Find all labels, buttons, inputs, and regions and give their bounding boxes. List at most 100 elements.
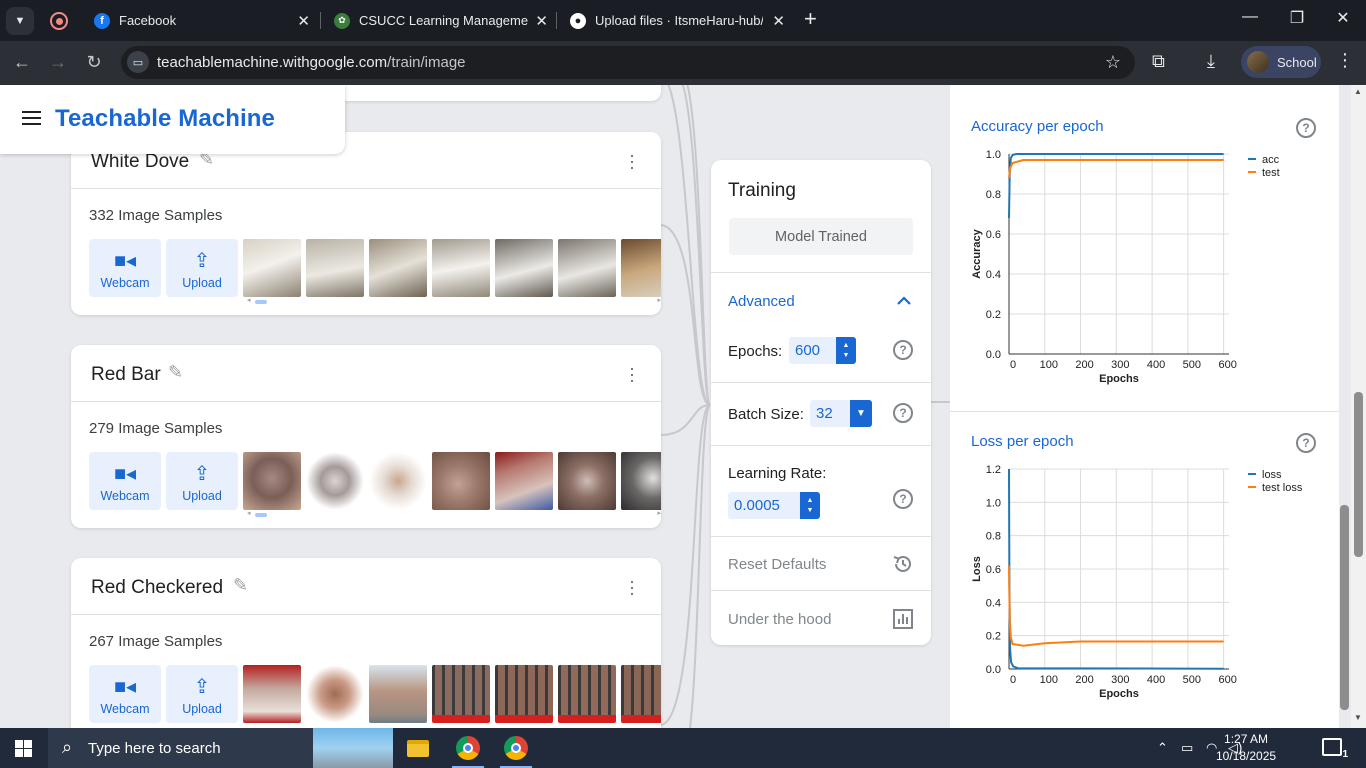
more-options-icon[interactable]: · · · bbox=[627, 572, 637, 602]
chrome-profile-icon[interactable] bbox=[492, 728, 540, 768]
sample-thumbnail[interactable] bbox=[306, 665, 364, 723]
x-tick-label: 100 bbox=[1040, 359, 1058, 371]
learning-rate-input[interactable]: 0.0005 ▲ ▼ bbox=[728, 492, 820, 519]
url-text[interactable]: teachablemachine.withgoogle.com/train/im… bbox=[157, 54, 466, 71]
help-icon[interactable]: ? bbox=[893, 489, 913, 509]
sample-thumbnail[interactable] bbox=[306, 452, 364, 510]
y-tick-label: 0.0 bbox=[986, 349, 1001, 361]
page-scrollbar[interactable]: ▲ ▼ bbox=[1351, 85, 1366, 728]
webcam-button[interactable]: ■◂ Webcam bbox=[89, 665, 161, 723]
hamburger-menu-icon[interactable] bbox=[22, 111, 41, 129]
help-icon[interactable]: ? bbox=[1296, 118, 1316, 138]
x-tick-label: 0 bbox=[1010, 674, 1016, 686]
more-options-icon[interactable]: · · · bbox=[627, 359, 637, 389]
sample-thumbnail[interactable] bbox=[558, 665, 616, 723]
panel-scrollbar[interactable] bbox=[1338, 85, 1351, 728]
site-info-icon[interactable]: ▭ bbox=[127, 51, 149, 73]
search-icon: ⌕ bbox=[62, 737, 73, 757]
advanced-toggle[interactable]: Advanced bbox=[728, 293, 795, 310]
download-icon[interactable]: ⤓ bbox=[1207, 51, 1215, 72]
help-icon[interactable]: ? bbox=[893, 340, 913, 360]
tab-facebook[interactable]: f Facebook ✕ bbox=[94, 5, 310, 36]
reset-defaults-button[interactable]: Reset Defaults bbox=[728, 556, 826, 573]
x-tick-label: 400 bbox=[1147, 359, 1165, 371]
class-name[interactable]: Red Checkered bbox=[91, 577, 223, 599]
sample-thumbnail[interactable] bbox=[306, 239, 364, 297]
class-name[interactable]: White Dove bbox=[91, 151, 189, 173]
browser-menu-icon[interactable]: ⋮ bbox=[1336, 50, 1354, 71]
edit-pencil-icon[interactable]: ✎ bbox=[168, 363, 186, 381]
y-tick-label: 0.8 bbox=[986, 189, 1001, 201]
new-tab-button[interactable]: + bbox=[804, 8, 817, 30]
webcam-button[interactable]: ■◂ Webcam bbox=[89, 452, 161, 510]
sample-thumbnail[interactable] bbox=[495, 239, 553, 297]
sample-thumbnail[interactable] bbox=[243, 239, 301, 297]
upload-button[interactable]: ⇪ Upload bbox=[166, 239, 238, 297]
sample-thumbnail[interactable] bbox=[369, 452, 427, 510]
sample-thumbnail[interactable] bbox=[621, 452, 661, 510]
sample-thumbnail[interactable] bbox=[495, 452, 553, 510]
upload-button[interactable]: ⇪ Upload bbox=[166, 452, 238, 510]
tab-github[interactable]: ● Upload files · ItsmeHaru-hub/Ba ✕ bbox=[570, 5, 785, 36]
battery-icon[interactable]: ▭ bbox=[1181, 740, 1193, 756]
edit-pencil-icon[interactable]: ✎ bbox=[233, 576, 251, 594]
sample-thumbnail[interactable] bbox=[432, 452, 490, 510]
reload-icon[interactable]: ↻ bbox=[83, 52, 105, 73]
search-highlight-image[interactable] bbox=[313, 728, 393, 768]
address-bar[interactable]: ▭ teachablemachine.withgoogle.com/train/… bbox=[121, 46, 1135, 79]
webcam-button[interactable]: ■◂ Webcam bbox=[89, 239, 161, 297]
chrome-icon[interactable] bbox=[444, 728, 492, 768]
sample-thumbnail[interactable] bbox=[432, 239, 490, 297]
thumbnail-scrollbar[interactable]: ◂ ▸ bbox=[247, 297, 661, 305]
more-options-icon[interactable]: · · · bbox=[627, 146, 637, 176]
chevron-down-icon[interactable]: ▼ bbox=[850, 400, 872, 427]
sample-thumbnail[interactable] bbox=[243, 665, 301, 723]
close-tab-icon[interactable]: ✕ bbox=[772, 12, 785, 30]
sample-thumbnail[interactable] bbox=[432, 665, 490, 723]
upload-button[interactable]: ⇪ Upload bbox=[166, 665, 238, 723]
recording-tab-icon[interactable] bbox=[50, 12, 68, 30]
clock[interactable]: 1:27 AM 10/18/2025 bbox=[1216, 731, 1276, 765]
page-content: White Dove ✎ · · · 332 Image Samples ■◂ We… bbox=[0, 85, 1366, 728]
sample-thumbnail[interactable] bbox=[369, 239, 427, 297]
class-name[interactable]: Red Bar bbox=[91, 364, 161, 386]
minimize-icon[interactable]: — bbox=[1238, 8, 1262, 26]
back-icon[interactable]: ← bbox=[11, 52, 33, 73]
tab-search-button[interactable]: ▼ bbox=[6, 7, 34, 35]
sample-thumbnail[interactable] bbox=[243, 452, 301, 510]
sample-thumbnail[interactable] bbox=[558, 239, 616, 297]
camera-icon: ■◂ bbox=[113, 250, 137, 272]
windows-start-icon[interactable] bbox=[15, 740, 32, 757]
restore-icon[interactable]: ❐ bbox=[1285, 8, 1309, 28]
notifications-icon[interactable]: 1 bbox=[1322, 738, 1348, 760]
close-window-icon[interactable]: ✕ bbox=[1331, 8, 1355, 28]
train-model-button[interactable]: Model Trained bbox=[729, 218, 913, 255]
bar-chart-icon[interactable] bbox=[892, 608, 914, 630]
sample-thumbnail[interactable] bbox=[558, 452, 616, 510]
show-hidden-icons-icon[interactable]: ⌃ bbox=[1157, 740, 1168, 756]
forward-icon[interactable]: → bbox=[47, 52, 69, 73]
close-tab-icon[interactable]: ✕ bbox=[297, 12, 310, 30]
epochs-input[interactable]: 600 ▲ ▼ bbox=[789, 337, 856, 364]
extensions-icon[interactable]: ⧉ bbox=[1152, 51, 1165, 72]
chevron-up-icon[interactable] bbox=[897, 294, 911, 308]
taskbar-search[interactable]: ⌕ Type here to search bbox=[48, 728, 393, 768]
profile-button[interactable]: School bbox=[1241, 46, 1321, 78]
under-the-hood-button[interactable]: Under the hood bbox=[728, 611, 831, 628]
bookmark-star-icon[interactable]: ☆ bbox=[1105, 52, 1121, 73]
learning-rate-stepper[interactable]: ▲ ▼ bbox=[800, 492, 820, 519]
sample-thumbnail[interactable] bbox=[369, 665, 427, 723]
file-explorer-icon[interactable] bbox=[394, 728, 442, 768]
help-icon[interactable]: ? bbox=[893, 403, 913, 423]
batch-size-select[interactable]: 32 ▼ bbox=[810, 400, 872, 427]
thumbnail-scrollbar[interactable]: ◂ ▸ bbox=[247, 510, 661, 518]
close-tab-icon[interactable]: ✕ bbox=[535, 12, 548, 30]
sample-thumbnail[interactable] bbox=[495, 665, 553, 723]
tab-lms[interactable]: ✿ CSUCC Learning Management S ✕ bbox=[334, 5, 548, 36]
history-icon[interactable] bbox=[892, 553, 914, 575]
sample-thumbnail[interactable] bbox=[621, 665, 661, 723]
help-icon[interactable]: ? bbox=[1296, 433, 1316, 453]
sample-thumbnail[interactable] bbox=[621, 239, 661, 297]
app-logo[interactable]: Teachable Machine bbox=[55, 105, 275, 133]
epochs-stepper[interactable]: ▲ ▼ bbox=[836, 337, 856, 364]
